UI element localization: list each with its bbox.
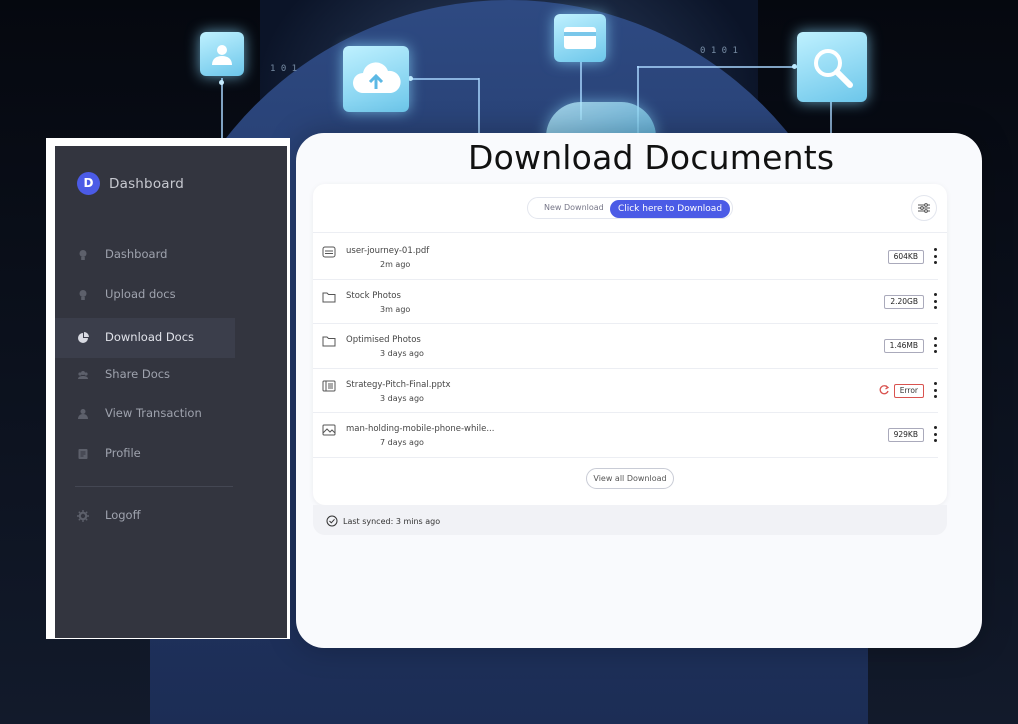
sidebar-item-logoff[interactable]: Logoff	[55, 496, 235, 536]
error-badge: Error	[893, 384, 924, 398]
file-size-badge: 929KB	[887, 428, 924, 442]
image-file-icon	[322, 424, 336, 436]
sidebar-item-download-docs[interactable]: Download Docs	[55, 318, 235, 358]
user-icon	[78, 409, 88, 419]
credit-card-icon	[554, 14, 606, 62]
filter-button[interactable]	[911, 195, 937, 221]
brand-logo: D	[77, 172, 100, 195]
file-row[interactable]: man-holding-mobile-phone-while... 7 days…	[320, 416, 940, 460]
file-size-badge: 2.20GB	[884, 295, 924, 309]
binary-decoration: 0 1 0 1	[700, 46, 738, 56]
page-title: Download Documents	[468, 138, 835, 177]
pie-chart-icon	[78, 332, 89, 343]
more-options-icon[interactable]	[932, 293, 938, 309]
retry-icon[interactable]	[878, 384, 890, 396]
network-line	[409, 78, 479, 80]
file-time: 7 days ago	[380, 438, 424, 447]
sync-status-text: Last synced: 3 mins ago	[343, 516, 441, 526]
divider	[313, 323, 938, 324]
sidebar-item-label: Upload docs	[105, 287, 176, 301]
file-time: 3 days ago	[380, 394, 424, 403]
more-options-icon[interactable]	[932, 426, 938, 442]
file-name: Stock Photos	[346, 291, 401, 301]
presentation-file-icon	[322, 380, 336, 392]
file-row[interactable]: Strategy-Pitch-Final.pptx 3 days ago Err…	[320, 372, 940, 416]
sidebar-item-label: View Transaction	[105, 406, 202, 420]
download-tabs: New Download Click here to Download	[527, 197, 733, 219]
folder-icon	[322, 336, 336, 347]
cloud-upload-icon	[343, 46, 409, 112]
sidebar-item-label: Dashboard	[105, 247, 168, 261]
search-icon	[797, 32, 867, 102]
users-icon	[78, 371, 88, 379]
divider	[313, 232, 947, 233]
network-line	[637, 66, 797, 68]
file-name: man-holding-mobile-phone-while...	[346, 424, 495, 434]
pdf-file-icon	[322, 246, 336, 258]
divider	[313, 279, 938, 280]
sidebar-item-label: Share Docs	[105, 367, 171, 381]
bulb-icon	[79, 250, 87, 260]
more-options-icon[interactable]	[932, 382, 938, 398]
sync-status: Last synced: 3 mins ago	[326, 514, 440, 528]
sidebar-item-label: Download Docs	[105, 330, 195, 344]
sidebar-item-upload-docs[interactable]: Upload docs	[55, 275, 235, 315]
sidebar-item-dashboard[interactable]: Dashboard	[55, 235, 235, 275]
sidebar-item-view-transaction[interactable]: View Transaction	[55, 394, 235, 434]
network-line	[478, 78, 480, 134]
file-row[interactable]: user-journey-01.pdf 2m ago 604KB	[320, 238, 940, 282]
file-time: 2m ago	[380, 260, 411, 269]
id-card-icon	[78, 449, 88, 459]
brand[interactable]: D Dashboard	[77, 172, 184, 195]
file-name: Optimised Photos	[346, 335, 421, 345]
file-row[interactable]: Optimised Photos 3 days ago 1.46MB	[320, 327, 940, 371]
more-options-icon[interactable]	[932, 337, 938, 353]
file-size-badge: 1.46MB	[883, 339, 924, 353]
more-options-icon[interactable]	[932, 248, 938, 264]
folder-icon	[322, 292, 336, 303]
user-icon	[200, 32, 244, 76]
tab-new-download[interactable]: New Download	[544, 203, 604, 212]
sidebar-item-profile[interactable]: Profile	[55, 434, 235, 474]
network-dot	[219, 80, 224, 85]
file-time: 3 days ago	[380, 349, 424, 358]
gear-icon	[77, 510, 89, 522]
file-size-badge: 604KB	[887, 250, 924, 264]
brand-label: Dashboard	[109, 175, 185, 192]
tab-click-to-download[interactable]: Click here to Download	[610, 200, 730, 218]
sidebar-item-label: Logoff	[105, 508, 141, 522]
sidebar-divider	[75, 486, 233, 487]
sliders-icon	[918, 203, 930, 213]
network-line	[830, 100, 832, 134]
bulb-icon	[79, 290, 87, 300]
file-name: Strategy-Pitch-Final.pptx	[346, 380, 451, 390]
network-line	[221, 78, 223, 138]
sidebar-item-share-docs[interactable]: Share Docs	[55, 355, 235, 395]
sidebar-item-label: Profile	[105, 446, 141, 460]
divider	[313, 457, 938, 458]
binary-decoration: 1 0 1	[270, 64, 298, 74]
file-name: user-journey-01.pdf	[346, 246, 430, 256]
file-row[interactable]: Stock Photos 3m ago 2.20GB	[320, 283, 940, 327]
check-circle-icon	[326, 515, 338, 527]
divider	[313, 368, 938, 369]
file-time: 3m ago	[380, 305, 411, 314]
view-all-button[interactable]: View all Download	[586, 468, 674, 489]
divider	[313, 412, 938, 413]
